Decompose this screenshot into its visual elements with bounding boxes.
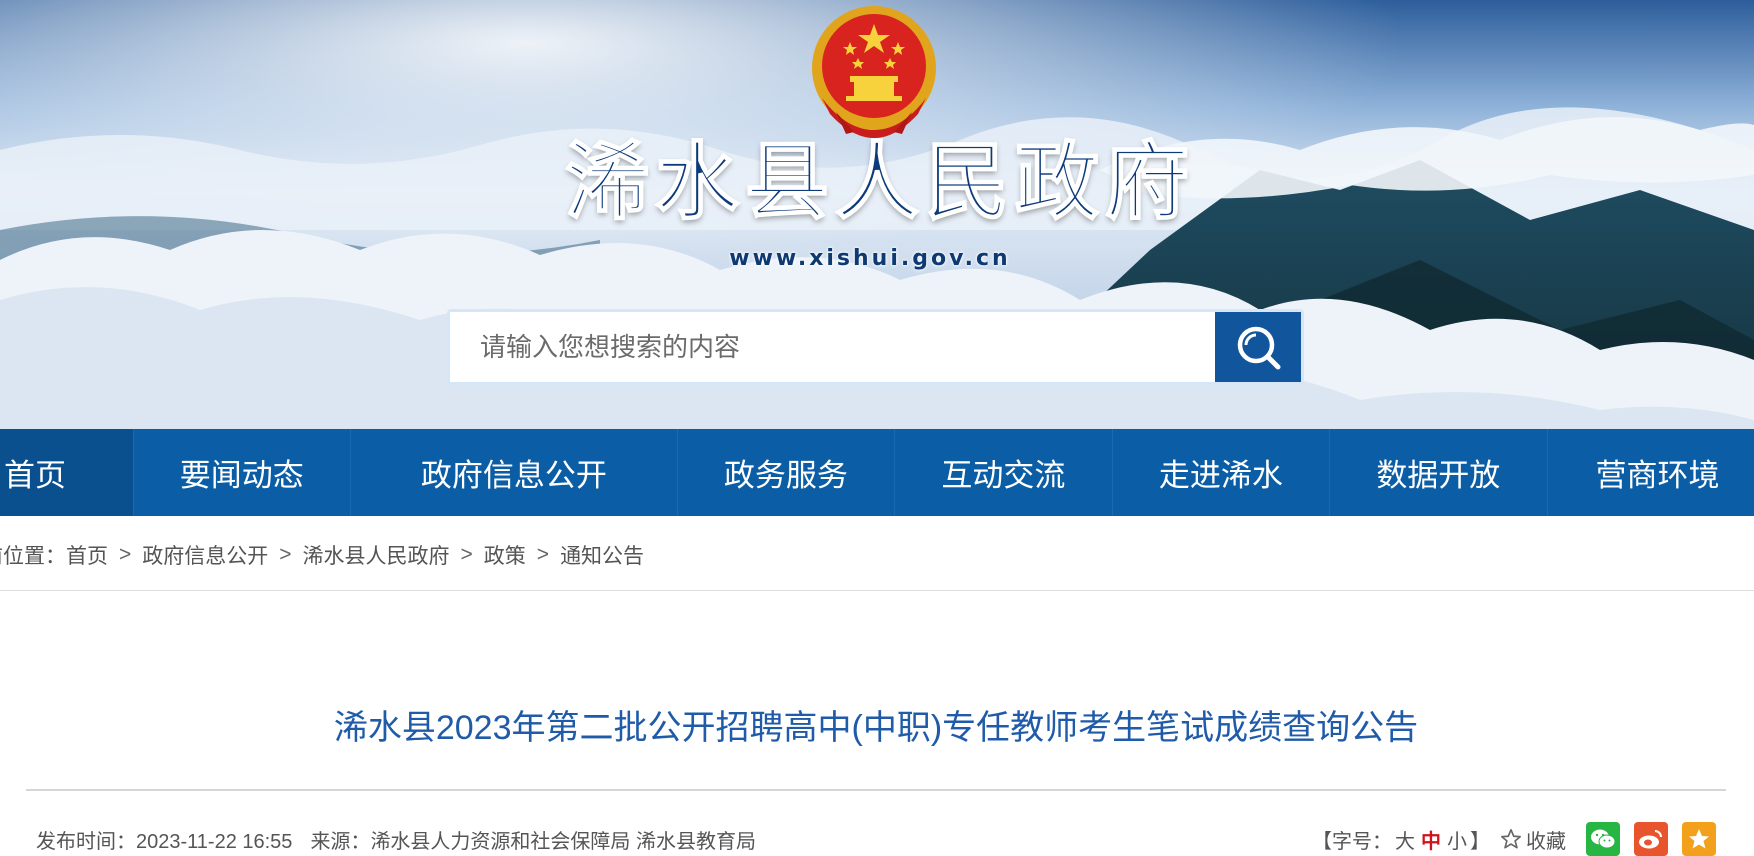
search-box: [447, 309, 1304, 385]
nav-item-label: 互动交流: [941, 458, 1066, 493]
nav-item-about[interactable]: 走进浠水: [1113, 429, 1331, 516]
nav-item-gov-info[interactable]: 政府信息公开: [351, 429, 678, 516]
nav-item-open-data[interactable]: 数据开放: [1330, 429, 1548, 516]
breadcrumb-item-county-gov[interactable]: 浠水县人民政府: [303, 540, 450, 570]
nav-item-label: 营商环境: [1595, 458, 1720, 493]
nav-item-label: 政务服务: [723, 458, 848, 493]
breadcrumb-item-notices[interactable]: 通知公告: [560, 540, 644, 570]
breadcrumb-separator: >: [119, 543, 132, 566]
breadcrumb-separator: >: [536, 543, 550, 566]
breadcrumb-separator: >: [279, 543, 292, 566]
national-emblem-icon: [812, 6, 936, 138]
breadcrumb-item-policy[interactable]: 政策: [484, 540, 526, 570]
main-nav: 首页 要闻动态 政府信息公开 政务服务 互动交流 走进浠水 数据开放 营商环境: [0, 429, 1754, 516]
qzone-icon: [1689, 829, 1709, 849]
nav-item-business[interactable]: 营商环境: [1548, 429, 1754, 516]
star-icon: [1501, 829, 1521, 849]
nav-item-label: 政府信息公开: [420, 458, 607, 493]
nav-item-label: 走进浠水: [1158, 458, 1283, 493]
nav-item-interaction[interactable]: 互动交流: [895, 429, 1113, 516]
nav-item-label: 数据开放: [1376, 458, 1501, 493]
search-icon: [1237, 326, 1281, 370]
share-wechat-button[interactable]: [1586, 822, 1620, 856]
nav-item-services[interactable]: 政务服务: [678, 429, 896, 516]
breadcrumb-item-gov-info[interactable]: 政府信息公开: [142, 540, 268, 570]
search-button[interactable]: [1215, 312, 1301, 382]
breadcrumb-separator: >: [460, 543, 473, 566]
share-weibo-button[interactable]: [1634, 822, 1668, 856]
publish-time: 2023-11-22 16:55: [136, 831, 293, 853]
favorite-label: 收藏: [1526, 830, 1566, 853]
breadcrumb: 前位置： 首页 > 政府信息公开 > 浠水县人民政府 > 政策 > 通知公告: [0, 537, 644, 573]
site-url: www.xishui.gov.cn: [729, 246, 1011, 271]
article-meta: 发布时间：2023-11-22 16:55 来源：浠水县人力资源和社会保障局 浠水…: [36, 825, 756, 854]
header-banner: 浠水县人民政府 www.xishui.gov.cn: [0, 0, 1754, 429]
font-size-bracket: 】: [1470, 830, 1490, 853]
font-size-label: 【字号：: [1312, 830, 1392, 853]
wechat-icon: [1591, 829, 1616, 849]
breadcrumb-item-home[interactable]: 首页: [66, 540, 108, 570]
article-source: 浠水县人力资源和社会保障局 浠水县教育局: [370, 831, 756, 853]
publish-label: 发布时间：: [36, 831, 136, 853]
nav-item-label: 要闻动态: [179, 458, 304, 493]
nav-item-home[interactable]: 首页: [0, 429, 134, 516]
article-title: 浠水县2023年第二批公开招聘高中(中职)专任教师考生笔试成绩查询公告: [333, 709, 1419, 747]
breadcrumb-prefix: 前位置：: [0, 545, 66, 568]
weibo-icon: [1639, 830, 1662, 849]
share-qzone-button[interactable]: [1682, 822, 1716, 856]
nav-item-label: 首页: [4, 458, 66, 493]
divider: [0, 590, 1754, 591]
site-title: 浠水县人民政府: [564, 132, 1195, 231]
search-input[interactable]: [450, 312, 1215, 382]
article-tools: 【字号： 大 中 小 】 收藏: [1312, 822, 1716, 856]
font-size-medium-button[interactable]: 中: [1421, 825, 1441, 854]
font-size-large-button[interactable]: 大: [1395, 825, 1415, 854]
source-label: 来源：: [310, 831, 371, 853]
nav-item-news[interactable]: 要闻动态: [134, 429, 351, 516]
font-size-small-button[interactable]: 小: [1447, 825, 1467, 854]
favorite-button[interactable]: 收藏: [1500, 825, 1566, 854]
title-divider: [26, 789, 1726, 791]
